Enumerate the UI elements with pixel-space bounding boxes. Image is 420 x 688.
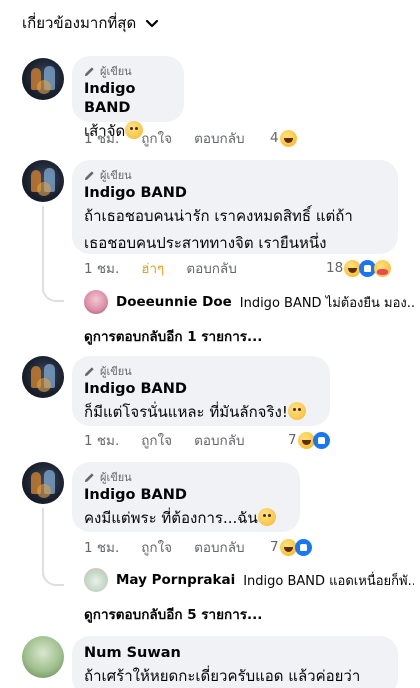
reply-snippet: Indigo BAND แอดเหนื่อยก็พั...	[243, 573, 414, 589]
reply-avatar	[84, 568, 108, 592]
reply-avatar	[84, 290, 108, 314]
reply-preview[interactable]: Doeeunnie Doe Indigo BAND ไม่ต้องยืน มอง…	[84, 290, 414, 314]
comment-bubble: ผู้เขียน Indigo BAND ถ้าเธอชอบคนน่ารัก เ…	[72, 160, 398, 254]
comment-actions: 1 ชม. ฮ่าๆ ตอบกลับ	[84, 258, 237, 278]
care-reaction-icon	[374, 259, 392, 277]
reply-button[interactable]: ตอบกลับ	[186, 257, 236, 279]
reply-preview[interactable]: May Pornprakai Indigo BAND แอดเหนื่อยก็พ…	[84, 568, 414, 592]
sort-label: เกี่ยวข้องมากที่สุด	[22, 14, 137, 32]
like-button[interactable]: ถูกใจ	[141, 429, 172, 451]
view-more-replies-link[interactable]: ดูการตอบกลับอีก 1 รายการ...	[84, 325, 262, 347]
thread-line	[42, 508, 44, 576]
reply-button[interactable]: ตอบกลับ	[194, 429, 244, 451]
reply-author: May Pornprakai	[116, 572, 236, 588]
worried-face-icon	[287, 402, 306, 420]
reaction-count: 18	[326, 260, 344, 276]
like-reaction-icon	[294, 538, 312, 556]
pencil-icon	[84, 366, 94, 376]
view-more-replies-link[interactable]: ดูการตอบกลับอีก 5 รายการ...	[84, 603, 262, 625]
reaction-summary[interactable]: 18	[326, 258, 392, 278]
like-button[interactable]: ถูกใจ	[141, 536, 172, 558]
reaction-summary[interactable]: 4	[270, 128, 297, 148]
reply-snippet: Indigo BAND ไม่ต้องยืน มอง...	[239, 295, 414, 311]
comment-author[interactable]: Indigo BAND	[84, 486, 288, 505]
reaction-count: 4	[270, 130, 279, 146]
comment-bubble: ผู้เขียน Indigo BAND คงมีแต่พระ ที่ต้องก…	[72, 462, 300, 532]
comment-author[interactable]: Num Suwan	[84, 644, 386, 663]
chevron-down-icon	[146, 19, 159, 28]
like-button[interactable]: ถูกใจ	[141, 127, 172, 149]
comment-bubble: Num Suwan ถ้าเศร้าให้หยดกะเดี่ยวครับแอด …	[72, 636, 398, 688]
like-reaction-icon	[312, 431, 330, 449]
comment-author[interactable]: Indigo BAND	[84, 184, 386, 203]
comment-time[interactable]: 1 ชม.	[84, 429, 119, 451]
reaction-summary[interactable]: 7	[288, 430, 330, 450]
reaction-count: 7	[288, 432, 297, 448]
thread-connector	[42, 284, 64, 302]
comment-time[interactable]: 1 ชม.	[84, 127, 119, 149]
comment-time[interactable]: 1 ชม.	[84, 257, 119, 279]
pleading-face-icon	[257, 508, 276, 526]
haha-reaction-icon	[279, 129, 297, 147]
comment-text: ถ้าเธอชอบคนน่ารัก เราคงหมดสิทธิ์ แต่ถ้า …	[84, 207, 353, 252]
pencil-icon	[84, 170, 94, 180]
comment-text: คงมีแต่พระ ที่ต้องการ...ฉัน	[84, 505, 288, 531]
author-badge: ผู้เขียน	[84, 168, 386, 182]
comment-bubble: ผู้เขียน Indigo BAND เส้าจัด	[72, 56, 184, 140]
avatar[interactable]	[22, 356, 64, 398]
comment-text: ถ้าเศร้าให้หยดกะเดี่ยวครับแอด แล้วค่อยว่…	[84, 667, 361, 685]
comment-actions: 1 ชม. ถูกใจ ตอบกลับ	[84, 430, 245, 450]
avatar[interactable]	[22, 636, 64, 678]
avatar[interactable]	[22, 462, 64, 504]
author-badge: ผู้เขียน	[84, 64, 172, 78]
comment-actions: 1 ชม. ถูกใจ ตอบกลับ	[84, 128, 245, 148]
avatar[interactable]	[22, 58, 64, 100]
thread-line	[42, 206, 44, 292]
pencil-icon	[84, 472, 94, 482]
reply-button[interactable]: ตอบกลับ	[194, 127, 244, 149]
reaction-count: 7	[270, 539, 279, 555]
author-badge: ผู้เขียน	[84, 364, 318, 378]
comment-time[interactable]: 1 ชม.	[84, 536, 119, 558]
haha-button[interactable]: ฮ่าๆ	[141, 257, 164, 279]
reply-author: Doeeunnie Doe	[116, 294, 232, 310]
author-badge: ผู้เขียน	[84, 470, 288, 484]
reaction-summary[interactable]: 7	[270, 537, 312, 557]
sort-dropdown[interactable]: เกี่ยวข้องมากที่สุด	[22, 10, 160, 36]
thread-connector	[42, 568, 64, 586]
reply-button[interactable]: ตอบกลับ	[194, 536, 244, 558]
comment-text: ก็มีแต่โจรนั่นแหละ ที่มันลักจริง!	[84, 399, 318, 425]
comment-author[interactable]: Indigo BAND	[84, 380, 318, 399]
avatar[interactable]	[22, 160, 64, 202]
pencil-icon	[84, 66, 94, 76]
comment-bubble: ผู้เขียน Indigo BAND ก็มีแต่โจรนั่นแหละ …	[72, 356, 330, 426]
comment-actions: 1 ชม. ถูกใจ ตอบกลับ	[84, 537, 245, 557]
comment-author[interactable]: Indigo BAND	[84, 80, 172, 118]
